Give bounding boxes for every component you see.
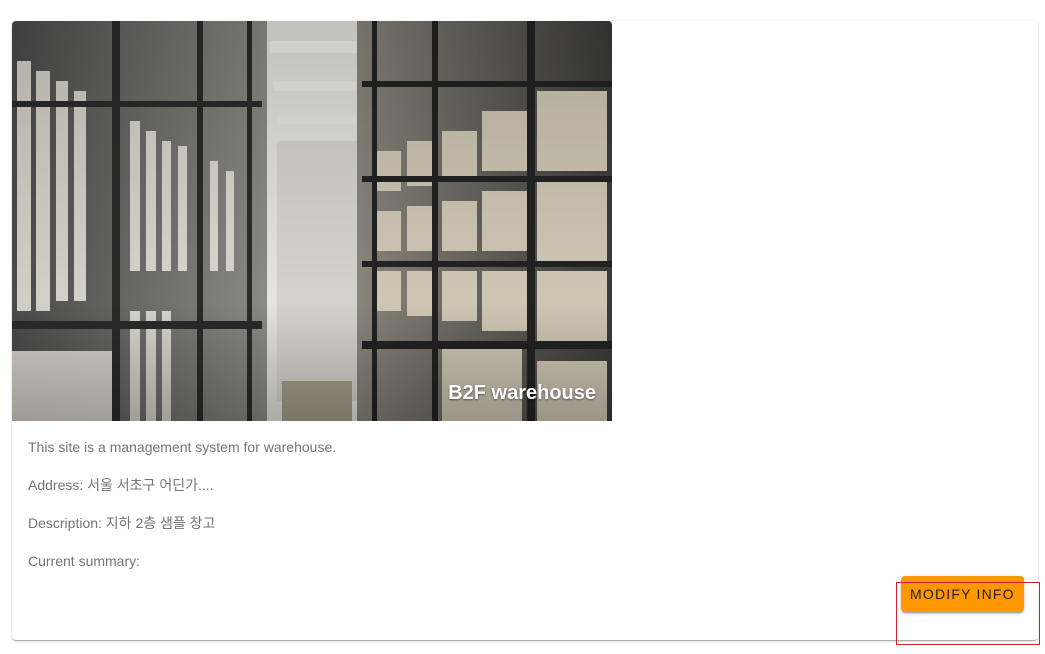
card-image-title: B2F warehouse <box>448 382 596 404</box>
card-description-text: Description: 지하 2층 샘플 창고 <box>28 515 216 531</box>
warehouse-photo <box>12 21 612 421</box>
card-address-text: Address: 서울 서초구 어딘가.... <box>28 477 214 493</box>
card-intro-text: This site is a management system for war… <box>28 439 337 455</box>
card-summary-text: Current summary: <box>28 553 141 569</box>
modify-info-button[interactable]: MODIFY INFO <box>901 576 1024 612</box>
card-content: This site is a management system for war… <box>28 437 1008 589</box>
warehouse-image: B2F warehouse <box>12 21 612 421</box>
warehouse-card: B2F warehouse This site is a management … <box>12 21 1038 640</box>
